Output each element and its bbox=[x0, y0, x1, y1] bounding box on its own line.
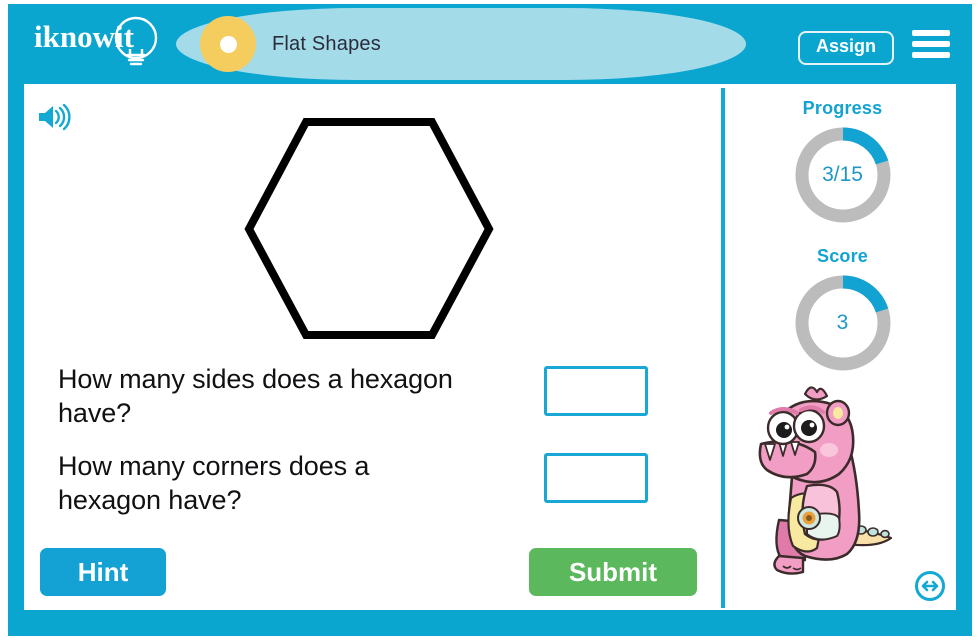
assign-button[interactable]: Assign bbox=[797, 31, 894, 65]
question-row: How many sides does a hexagon have? bbox=[58, 362, 698, 431]
progress-meter: Progress 3/15 bbox=[729, 98, 956, 226]
question-list: How many sides does a hexagon have? How … bbox=[58, 362, 698, 535]
hamburger-bar bbox=[912, 52, 950, 58]
lesson-title-tab: Flat Shapes bbox=[176, 8, 746, 80]
hamburger-bar bbox=[912, 30, 950, 36]
iknowit-lesson-screen: iknowit Flat Shapes Assign How many side… bbox=[0, 0, 980, 640]
score-value: 3 bbox=[836, 311, 849, 334]
answer-input-1[interactable] bbox=[544, 366, 648, 416]
status-sidebar: Progress 3/15 Score 3 bbox=[729, 84, 956, 610]
pink-monster-mascot bbox=[743, 380, 918, 585]
app-header: iknowit Flat Shapes Assign bbox=[8, 4, 972, 80]
hint-button[interactable]: Hint bbox=[40, 548, 166, 596]
panel-divider bbox=[721, 88, 725, 608]
svg-text:iknowit: iknowit bbox=[34, 19, 135, 54]
hamburger-menu-icon[interactable] bbox=[912, 30, 950, 58]
question-row: How many corners does a hexagon have? bbox=[58, 449, 698, 518]
score-meter: Score 3 bbox=[729, 246, 956, 374]
resize-horizontal-icon[interactable] bbox=[914, 570, 946, 602]
score-label: Score bbox=[816, 246, 869, 266]
progress-label: Progress bbox=[802, 98, 883, 118]
score-ring: 3 bbox=[792, 272, 894, 374]
lesson-dot-inner bbox=[219, 35, 237, 53]
answer-input-2[interactable] bbox=[544, 452, 648, 503]
submit-button[interactable]: Submit bbox=[529, 548, 697, 596]
hexagon-shape bbox=[244, 118, 494, 339]
question-text-2: How many corners does a hexagon have? bbox=[58, 450, 370, 515]
progress-value: 3/15 bbox=[822, 163, 863, 186]
lesson-title: Flat Shapes bbox=[272, 32, 381, 55]
progress-ring: 3/15 bbox=[792, 124, 894, 226]
hamburger-bar bbox=[912, 41, 950, 47]
lesson-dot-icon bbox=[200, 16, 256, 72]
iknowit-logo[interactable]: iknowit bbox=[30, 16, 180, 70]
question-text-1: How many sides does a hexagon have? bbox=[58, 364, 453, 429]
shape-display bbox=[24, 104, 714, 354]
content-panel: How many sides does a hexagon have? How … bbox=[24, 84, 956, 610]
